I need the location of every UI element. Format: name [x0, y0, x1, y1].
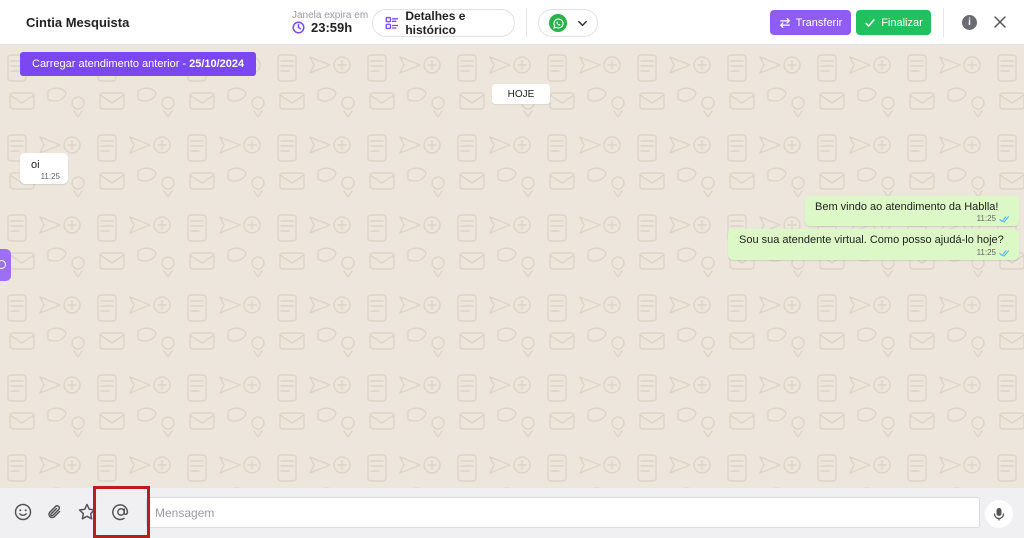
message-time: 11:25: [977, 248, 1011, 257]
transfer-button[interactable]: Transferir: [770, 10, 851, 35]
load-previous-label: Carregar atendimento anterior -: [32, 58, 187, 70]
header-divider: [526, 8, 527, 37]
message-text: Bem vindo ao atendimento da Hablla!: [815, 201, 999, 213]
message-input[interactable]: [146, 497, 980, 528]
finish-button[interactable]: Finalizar: [856, 10, 931, 35]
window-timer: 23:59h: [292, 20, 352, 35]
microphone-button[interactable]: [985, 500, 1013, 528]
message-time: 11:25: [977, 214, 1011, 223]
clock-icon: [292, 21, 305, 34]
message-bubble-incoming: oi 11:25: [20, 153, 68, 184]
microphone-icon: [993, 508, 1005, 521]
chat-area[interactable]: Carregar atendimento anterior - 25/10/20…: [0, 45, 1024, 488]
close-icon[interactable]: [993, 15, 1007, 29]
message-time-text: 11:25: [976, 248, 996, 257]
header-divider: [943, 8, 944, 37]
star-icon[interactable]: [77, 502, 97, 522]
transfer-label: Transferir: [795, 16, 843, 29]
double-check-icon: [999, 215, 1009, 223]
whatsapp-icon: [549, 14, 567, 32]
attach-icon[interactable]: [45, 502, 65, 522]
side-panel-tab[interactable]: [0, 249, 11, 281]
message-text: Sou sua atendente virtual. Como posso aj…: [739, 234, 1004, 246]
message-text: oi: [31, 159, 40, 171]
load-previous-button[interactable]: Carregar atendimento anterior - 25/10/20…: [20, 52, 257, 76]
chat-header: Cintia Mesquista Janela expira em 23:59h…: [0, 0, 1024, 45]
chevron-down-icon: [578, 20, 587, 26]
check-icon: [865, 18, 875, 27]
details-history-button[interactable]: Detalhes e histórico: [372, 9, 515, 37]
message-time-text: 11:25: [40, 172, 60, 181]
channel-select[interactable]: [538, 9, 598, 37]
date-separator: HOJE: [492, 84, 550, 104]
double-check-icon: [999, 249, 1009, 257]
contact-name: Cintia Mesquista: [26, 15, 130, 30]
side-panel-ring-icon: [0, 260, 6, 269]
emoji-icon[interactable]: [13, 502, 33, 522]
message-bubble-outgoing: Bem vindo ao atendimento da Hablla! 11:2…: [805, 196, 1019, 226]
chat-wallpaper: [0, 45, 1024, 488]
load-previous-date: 25/10/2024: [189, 58, 245, 70]
details-history-label: Detalhes e histórico: [405, 9, 466, 37]
message-bubble-outgoing: Sou sua atendente virtual. Como posso aj…: [728, 229, 1019, 260]
info-icon[interactable]: i: [962, 15, 977, 30]
message-time: 11:25: [41, 172, 60, 181]
finish-label: Finalizar: [881, 16, 923, 29]
transfer-icon: [779, 17, 790, 28]
list-icon: [385, 16, 399, 30]
mention-icon[interactable]: [111, 502, 131, 522]
message-time-text: 11:25: [976, 214, 996, 223]
window-time: 23:59h: [311, 20, 353, 35]
